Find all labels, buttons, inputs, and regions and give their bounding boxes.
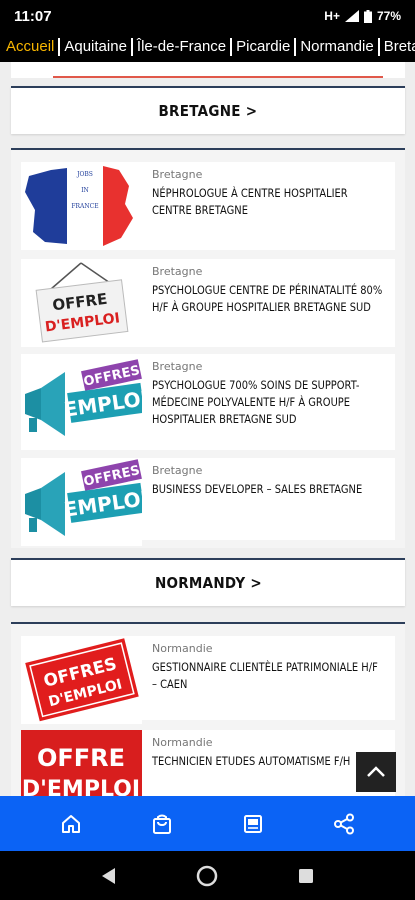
thumb-text: IN [81, 187, 89, 194]
back-triangle-icon [102, 867, 116, 884]
thumb-text: JOBS [76, 171, 93, 178]
card-region: Bretagne [152, 168, 203, 181]
system-back-button[interactable] [89, 856, 129, 896]
card-title[interactable]: Néphrologue à centre hospitalier centre … [152, 185, 384, 219]
system-navigation-bar [0, 851, 415, 900]
card-region: Bretagne [152, 360, 203, 373]
section-header-bretagne[interactable]: BRETAGNE > [11, 86, 405, 134]
nav-share-button[interactable] [320, 800, 368, 848]
card-title[interactable]: Business Developer – Sales Bretagne [152, 481, 384, 498]
card-title[interactable]: Psychologue 700% soins de support-médeci… [152, 377, 384, 428]
share-icon [334, 813, 355, 834]
home-circle-icon [197, 865, 218, 886]
newspaper-icon [244, 814, 263, 833]
thumb-text: OFFRE [37, 744, 125, 772]
thumbnail: OFFRES D'EMPLOI [21, 636, 142, 724]
thumb-text: FRANCE [71, 203, 98, 210]
previous-section-end [11, 62, 405, 78]
nav-news-button[interactable] [229, 800, 277, 848]
card-region: Bretagne [152, 464, 203, 477]
card-title[interactable]: Gestionnaire Clientèle Patrimoniale H/F … [152, 659, 384, 693]
section-title: BRETAGNE > [158, 102, 258, 120]
list-item[interactable]: OFFRE D'EMPLOI Bretagne Psychologue cent… [21, 259, 395, 347]
category-tabs: Accueil Aquitaine Île-de-France Picardie… [0, 32, 415, 62]
battery-level: 77% [376, 9, 401, 23]
section-title: NORMANDY > [154, 574, 262, 592]
tab-bretagne[interactable]: Bretagne [377, 38, 415, 56]
scroll-to-top-button[interactable] [356, 752, 396, 792]
card-region: Normandie [152, 642, 213, 655]
status-icons: H+ 77% [324, 9, 401, 23]
status-time: 11:07 [14, 7, 52, 25]
battery-icon [363, 9, 372, 23]
thumbnail: OFFRES EMPLOI [21, 458, 142, 546]
thumb-text: D'EMPLOI [22, 777, 140, 796]
thumbnail: OFFRE D'EMPLOI [21, 730, 142, 796]
france-flag-map-image: JOBS IN FRANCE [21, 162, 142, 250]
megaphone-offres-emploi-image: OFFRES EMPLOI [21, 358, 142, 446]
nav-home-button[interactable] [47, 800, 95, 848]
nav-shop-button[interactable] [138, 800, 186, 848]
thumbnail: JOBS IN FRANCE [21, 162, 142, 250]
recents-square-icon [298, 868, 313, 883]
card-list-bretagne: JOBS IN FRANCE Bretagne Néphrologue à ce… [11, 148, 405, 548]
system-recents-button[interactable] [286, 856, 326, 896]
card-list-normandy: OFFRES D'EMPLOI Normandie Gestionnaire C… [11, 622, 405, 796]
list-item[interactable]: OFFRES EMPLOI Bretagne Psychologue 700% … [21, 354, 395, 450]
card-region: Bretagne [152, 265, 203, 278]
status-bar: 11:07 H+ 77% [0, 0, 415, 32]
tab-ile-de-france[interactable]: Île-de-France [130, 38, 230, 56]
tab-accueil[interactable]: Accueil [0, 38, 58, 56]
content-feed[interactable]: BRETAGNE > JOBS IN FRANCE Bretagne Néphr… [0, 62, 415, 796]
shopping-bag-icon [152, 814, 171, 834]
bottom-navigation [0, 796, 415, 851]
tab-normandie[interactable]: Normandie [294, 38, 377, 56]
card-title[interactable]: Psychologue centre de périnatalité 80% H… [152, 282, 384, 316]
network-type: H+ [324, 9, 340, 23]
home-icon [61, 814, 80, 833]
list-item[interactable]: OFFRES D'EMPLOI Normandie Gestionnaire C… [21, 636, 395, 724]
thumbnail: OFFRE D'EMPLOI [21, 259, 142, 347]
offres-emploi-stamp-image: OFFRES D'EMPLOI [21, 636, 142, 724]
tab-aquitaine[interactable]: Aquitaine [58, 38, 131, 56]
list-item[interactable]: JOBS IN FRANCE Bretagne Néphrologue à ce… [21, 162, 395, 250]
list-item[interactable]: OFFRES EMPLOI Bretagne Business Develope… [21, 458, 395, 546]
system-home-button[interactable] [187, 856, 227, 896]
card-title[interactable]: Technicien Etudes Automatisme F/H [152, 753, 384, 770]
offre-emploi-red-image: OFFRE D'EMPLOI [21, 730, 142, 796]
chevron-up-icon [367, 766, 385, 777]
card-region: Normandie [152, 736, 213, 749]
signal-icon [344, 10, 359, 22]
thumbnail: OFFRES EMPLOI [21, 358, 142, 446]
offre-emploi-sign-image: OFFRE D'EMPLOI [21, 259, 142, 347]
megaphone-offres-emploi-image: OFFRES EMPLOI [21, 458, 142, 546]
tab-picardie[interactable]: Picardie [230, 38, 294, 56]
list-item[interactable]: OFFRE D'EMPLOI Normandie Technicien Etud… [21, 730, 395, 796]
section-header-normandy[interactable]: NORMANDY > [11, 558, 405, 606]
